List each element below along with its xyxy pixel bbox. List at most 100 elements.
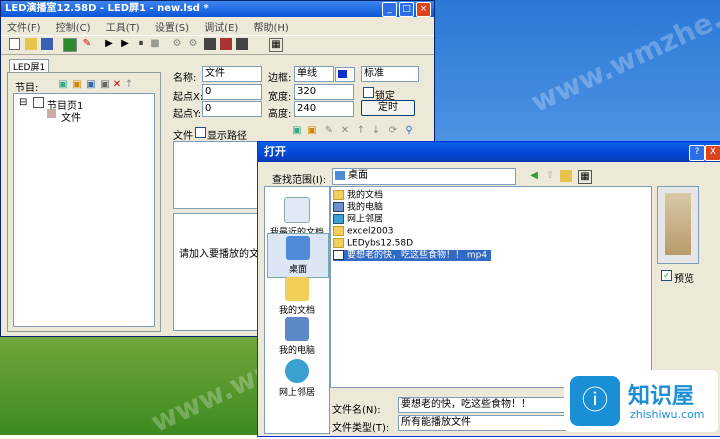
name-label: 名称: [173, 73, 197, 84]
menu-settings[interactable]: 设置(S) [155, 23, 189, 34]
stop-icon[interactable]: ■ [149, 38, 161, 50]
border-label: 边框: [268, 73, 292, 84]
desktop-icon [286, 236, 310, 260]
new-file-icon[interactable] [9, 38, 20, 50]
back-icon[interactable]: ◀ [528, 170, 540, 182]
height-input[interactable]: 240 [294, 101, 354, 117]
dialog-close-button[interactable]: X [705, 145, 720, 161]
file-item-icon [47, 109, 56, 118]
page-icon [33, 97, 44, 108]
list-item[interactable]: excel2003 [333, 226, 393, 237]
add-page-icon[interactable]: ▣ [57, 79, 69, 91]
list-item[interactable]: 我的电脑 [333, 202, 383, 213]
my-computer-icon [285, 317, 309, 341]
video-file-icon [333, 250, 344, 260]
place-desktop[interactable]: 桌面 [267, 233, 329, 278]
name-input[interactable]: 文件 [202, 66, 262, 82]
copy-icon[interactable]: ▣ [85, 79, 97, 91]
help-button[interactable]: ? [689, 145, 705, 161]
remove-file-icon[interactable]: ✕ [339, 125, 351, 137]
starty-label: 起点Y: [173, 109, 202, 120]
preview-checkbox[interactable]: ✓ [661, 270, 672, 281]
pause-play-icon[interactable]: ▶ [119, 38, 131, 50]
recent-documents-icon [284, 197, 310, 223]
network-icon [285, 359, 309, 383]
preview-label: 预览 [674, 274, 694, 285]
lock-checkbox[interactable] [363, 87, 374, 98]
startx-label: 起点X: [173, 92, 204, 103]
style-select[interactable]: 标准 [361, 66, 419, 82]
move-down-file-icon[interactable]: ↓ [370, 125, 382, 137]
paste-icon[interactable]: ▣ [99, 79, 111, 91]
show-path-checkbox[interactable] [195, 127, 206, 138]
tab-led-screen[interactable]: LED屏1 [9, 59, 49, 73]
place-network[interactable]: 网上邻居 [267, 359, 327, 398]
add-text-icon[interactable]: ▣ [306, 125, 318, 137]
device-dark-icon[interactable] [236, 38, 248, 50]
up-folder-icon[interactable]: ⇧ [544, 170, 556, 182]
border-select[interactable]: 单线 [294, 66, 334, 82]
device-red-icon[interactable] [220, 38, 232, 50]
edit-icon[interactable]: ✎ [81, 38, 93, 50]
send-all-icon[interactable]: ⚙ [187, 38, 199, 50]
brand-badge: ⓘ 知识屋 zhishiwu.com [564, 370, 718, 432]
list-item-selected[interactable]: 要想老的快，吃这些食物！！ mp4 [333, 250, 492, 261]
list-item[interactable]: 我的文档 [333, 190, 383, 201]
file-list-view: 我的文档 我的电脑 网上邻居 excel2003 LEDybs12.58D 要想… [330, 186, 652, 388]
startx-input[interactable]: 0 [202, 84, 262, 100]
open-folder-icon[interactable] [25, 38, 37, 50]
screen-icon[interactable] [63, 38, 77, 52]
window-title: LED演播室12.58D - LED屏1 - new.lsd * [5, 3, 209, 14]
timer-button[interactable]: 定时 [361, 100, 415, 116]
preview-pane [657, 186, 699, 264]
move-up-icon[interactable]: ↑ [123, 79, 135, 91]
menu-file[interactable]: 文件(F) [7, 23, 41, 34]
tree-file[interactable]: 文件 [61, 109, 81, 124]
width-input[interactable]: 320 [294, 84, 354, 100]
delete-icon[interactable]: ✕ [111, 79, 123, 91]
view-menu-icon[interactable]: ▦ [578, 170, 592, 184]
close-button[interactable]: × [416, 2, 431, 17]
lookin-select[interactable]: 桌面 [332, 168, 516, 185]
place-my-computer[interactable]: 我的电脑 [267, 317, 327, 356]
place-recent[interactable]: 我最近的文档 [267, 197, 327, 238]
filename-label: 文件名(N): [332, 405, 381, 416]
place-my-documents[interactable]: 我的文档 [267, 277, 327, 316]
main-window-titlebar[interactable]: LED演播室12.58D - LED屏1 - new.lsd * [1, 1, 434, 17]
save-icon[interactable] [41, 38, 53, 50]
edit-file-icon[interactable]: ✎ [323, 125, 335, 137]
screen-settings-icon[interactable]: ▦ [269, 38, 283, 52]
menu-help[interactable]: 帮助(H) [254, 23, 289, 34]
refresh-icon[interactable]: ⟳ [387, 125, 399, 137]
maximize-button[interactable]: □ [399, 2, 414, 17]
my-documents-icon [285, 277, 309, 301]
folder-icon [333, 238, 344, 248]
lightbulb-icon: ⓘ [570, 376, 620, 426]
lookin-value: 桌面 [348, 170, 368, 181]
filetype-label: 文件类型(T): [332, 423, 390, 434]
move-up-file-icon[interactable]: ↑ [355, 125, 367, 137]
preview-thumbnail [665, 193, 691, 255]
device-icon[interactable] [204, 38, 216, 50]
pause-icon[interactable]: ⏸ [135, 38, 147, 50]
starty-input[interactable]: 0 [202, 101, 262, 117]
play-icon[interactable]: ▶ [103, 38, 115, 50]
tree-expand-icon[interactable]: ⊟ [19, 97, 27, 108]
add-item-icon[interactable]: ▣ [71, 79, 83, 91]
menu-tools[interactable]: 工具(T) [106, 23, 140, 34]
network-icon [333, 214, 344, 224]
send-icon[interactable]: ⚙ [171, 38, 183, 50]
program-tree [13, 93, 155, 327]
border-color-picker[interactable] [335, 67, 355, 82]
list-item[interactable]: 网上邻居 [333, 214, 383, 225]
dialog-titlebar[interactable]: 打开 [258, 142, 720, 162]
menu-debug[interactable]: 调试(E) [204, 23, 238, 34]
new-folder-icon[interactable] [560, 170, 572, 182]
add-file-icon[interactable]: ▣ [291, 125, 303, 137]
folder-icon [333, 226, 344, 236]
search-icon[interactable]: ⚲ [403, 125, 415, 137]
minimize-button[interactable]: _ [382, 2, 397, 17]
width-label: 宽度: [268, 92, 292, 103]
menu-control[interactable]: 控制(C) [56, 23, 91, 34]
list-item[interactable]: LEDybs12.58D [333, 238, 413, 249]
